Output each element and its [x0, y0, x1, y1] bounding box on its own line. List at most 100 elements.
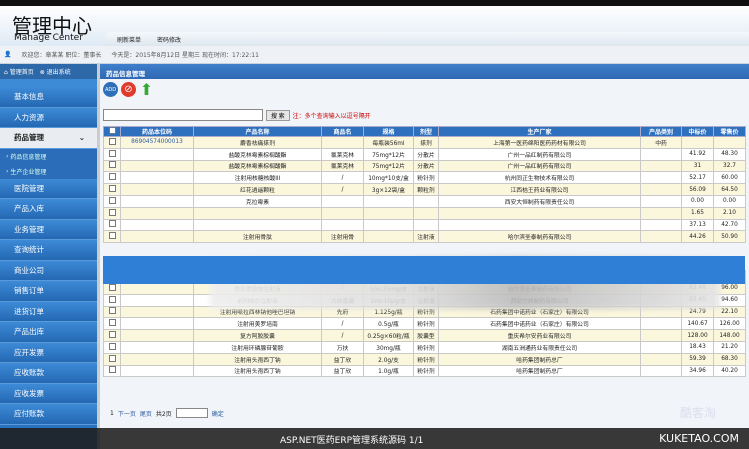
- table-row[interactable]: 注射用美罗培南/0.5g/瓶 粉针剂 石药集团中诺药业（石家庄）有限公司 140.67…: [103, 317, 746, 331]
- select-all-checkbox[interactable]: [103, 126, 121, 137]
- sidebar-item-stock-in[interactable]: 产品入库: [0, 199, 97, 220]
- table-cell: [321, 206, 364, 220]
- table-cell: 0.25g×60粒/瓶: [363, 329, 414, 342]
- table-cell: 32.7: [713, 159, 746, 173]
- row-checkbox[interactable]: [103, 352, 121, 366]
- sidebar-subitem-manufacturer[interactable]: › 生产企业管理: [0, 163, 97, 179]
- table-cell: 60.00: [713, 171, 746, 185]
- sidebar-item-hospital[interactable]: 医院管理: [0, 178, 97, 199]
- table-cell: [120, 159, 194, 173]
- change-password-link[interactable]: 密码修改: [157, 35, 181, 44]
- table-cell: [640, 340, 682, 354]
- table-row[interactable]: 37.13 42.70: [103, 218, 746, 232]
- sidebar-item-sales-order[interactable]: 销售订单: [0, 281, 97, 302]
- page-input[interactable]: [175, 408, 208, 418]
- column-header: 规格: [363, 126, 414, 137]
- row-checkbox[interactable]: [103, 136, 121, 149]
- row-checkbox[interactable]: [103, 281, 121, 295]
- table-row[interactable]: 盐酸克林霉素棕榈酸酯 氯莱克林 75mg*12片 分散片 广州一品红制药有限公司 41.9…: [103, 147, 746, 161]
- table-cell: [321, 218, 364, 232]
- next-page-link[interactable]: 下一页: [118, 409, 136, 418]
- table-row[interactable]: 注射用环磷腺苷葡胺 万扶 30mg/瓶 粉针剂 湖南五洲通药业有限责任公司 18.43 21…: [103, 340, 746, 354]
- sidebar-item-invoice-receive[interactable]: 应收发票: [0, 383, 97, 404]
- table-row[interactable]: 1.65 2.10: [103, 206, 746, 220]
- table-row[interactable]: 红花逍遥颗粒/3g×12袋/盒 颗粒剂 江西桔王药业有限公司 56.09 64.50: [103, 183, 746, 196]
- table-cell: /: [321, 329, 364, 342]
- row-checkbox[interactable]: [103, 218, 121, 232]
- table-cell: 0.00: [713, 194, 746, 208]
- table-row[interactable]: 注射用头孢西丁钠 益丁欣 2.0g/支 粉针剂 哈药集团制药总厂 59.39 68.30: [103, 352, 746, 366]
- confirm-button[interactable]: 确定: [212, 409, 224, 418]
- add-icon[interactable]: ADD: [103, 82, 118, 97]
- table-cell: /: [321, 317, 364, 331]
- export-arrow-up-icon[interactable]: ⬆: [139, 80, 154, 99]
- table-cell: [640, 230, 682, 244]
- row-checkbox[interactable]: [103, 329, 121, 342]
- row-checkbox[interactable]: [103, 171, 121, 185]
- table-cell: [640, 317, 682, 331]
- home-link[interactable]: ⌂ 管理首页: [4, 67, 34, 76]
- table-cell: [640, 329, 682, 342]
- info-bar: 👤 欢迎您：章某某 职位：董事长 今天是：2015年8月12日 星期三 现在时间…: [0, 46, 749, 64]
- sidebar-item-payables[interactable]: 应付账款: [0, 404, 97, 425]
- table-row[interactable]: 复方阿胶胶囊/0.25g×60粒/瓶 胶囊型 重庆希尔安药业有限公司 128.00 14…: [103, 329, 746, 342]
- row-checkbox[interactable]: [103, 340, 121, 354]
- table-cell: 40.20: [713, 364, 746, 378]
- row-checkbox[interactable]: [103, 293, 121, 307]
- table-row[interactable]: 86904574000013 麝香祛痛搽剂 每瓶装56ml 搽剂 上海第一医药绵阳医药药…: [103, 136, 746, 149]
- caption-site: KUKETAO.COM: [659, 432, 739, 445]
- sidebar-item-hr[interactable]: 人力资源: [0, 107, 97, 128]
- table-cell: 益丁欣: [321, 352, 364, 366]
- table-cell: 粉针剂: [413, 317, 439, 331]
- table-cell: 颗粒剂: [413, 183, 439, 196]
- row-checkbox[interactable]: [103, 183, 121, 196]
- row-checkbox[interactable]: [103, 230, 121, 244]
- logo-subtitle: Manage Center: [14, 33, 83, 43]
- table-cell: 中药: [640, 136, 682, 149]
- sidebar-item-purchase-order[interactable]: 进货订单: [0, 301, 97, 322]
- table-row[interactable]: 注射用头孢西丁钠 益丁欣 1.0g/瓶 粉针剂 哈药集团制药总厂 34.96 40.20: [103, 364, 746, 378]
- sidebar-item-query[interactable]: 查询统计: [0, 240, 97, 261]
- search-button[interactable]: 搜 索: [266, 109, 290, 121]
- table-cell: [120, 340, 194, 354]
- refresh-menu-link[interactable]: 刷新菜单: [117, 35, 141, 44]
- last-page-link[interactable]: 尾页: [140, 409, 152, 418]
- logout-link[interactable]: ⊗ 退出系统: [40, 67, 71, 76]
- sidebar-item-basic-info[interactable]: 基本信息: [0, 87, 97, 108]
- sidebar-subitem-drug-info[interactable]: › 药品信息管理: [0, 148, 97, 164]
- table-cell: 48.30: [713, 147, 746, 161]
- table-row[interactable]: 盐酸克林霉素棕榈酸酯 氯莱克林 75mg*12片 分散片 广州一品红制药有限公司 31 32…: [103, 159, 746, 173]
- table-row[interactable]: 注射用骨肽 注射用骨 注射液 哈尔滨圣泰制药有限公司 44.26 50.90: [103, 230, 746, 244]
- delete-icon[interactable]: ⊘: [121, 82, 136, 97]
- user-info: 欢迎您：章某某 职位：董事长: [21, 52, 102, 59]
- table-cell: 140.67: [681, 317, 714, 331]
- main-panel: 药品信息管理 ADD ⊘ ⬆ 搜 索 注：多个查询输入以逗号隔开 药品本位码 产品…: [97, 64, 749, 449]
- sidebar-item-stock-out[interactable]: 产品出库: [0, 322, 97, 343]
- row-checkbox[interactable]: [103, 159, 121, 173]
- table-cell: 复方阿胶胶囊: [193, 329, 322, 342]
- sidebar-item-receivables[interactable]: 应收账款: [0, 363, 97, 384]
- sidebar-item-invoice-issue[interactable]: 应开发票: [0, 342, 97, 363]
- sidebar-item-business[interactable]: 业务管理: [0, 219, 97, 240]
- caption-title: ASP.NET医药ERP管理系统源码 1/1: [280, 436, 424, 446]
- table-cell: [120, 171, 194, 185]
- table-cell: 石药集团中诺药业（石家庄）有限公司: [438, 317, 641, 331]
- row-checkbox[interactable]: [103, 317, 121, 331]
- sidebar-item-company[interactable]: 商业公司: [0, 260, 97, 281]
- table-cell: 64.50: [713, 183, 746, 196]
- table-cell: 128.00: [681, 329, 714, 342]
- sidebar-item-drug-management[interactable]: 药品管理 ⌄: [0, 128, 97, 149]
- table-row[interactable]: 注射用核糖核酸III/10mg*10支/盒 粉针剂 杭州同正生物技术有限公司 52.1…: [103, 171, 746, 185]
- table-cell: 广州一品红制药有限公司: [438, 147, 641, 161]
- row-checkbox[interactable]: [103, 305, 121, 319]
- table-cell: 每瓶装56ml: [363, 136, 414, 149]
- table-row[interactable]: 克拉霉素 西安大恒制药有限责任公司 0.00 0.00: [103, 194, 746, 208]
- row-checkbox[interactable]: [103, 194, 121, 208]
- row-checkbox[interactable]: [103, 147, 121, 161]
- row-checkbox[interactable]: [103, 364, 121, 378]
- search-input[interactable]: [103, 109, 263, 121]
- search-note: 注：多个查询输入以逗号隔开: [292, 112, 371, 120]
- row-checkbox[interactable]: [103, 206, 121, 220]
- table-cell: 粉针剂: [413, 364, 439, 378]
- table-cell: 分散片: [413, 159, 439, 173]
